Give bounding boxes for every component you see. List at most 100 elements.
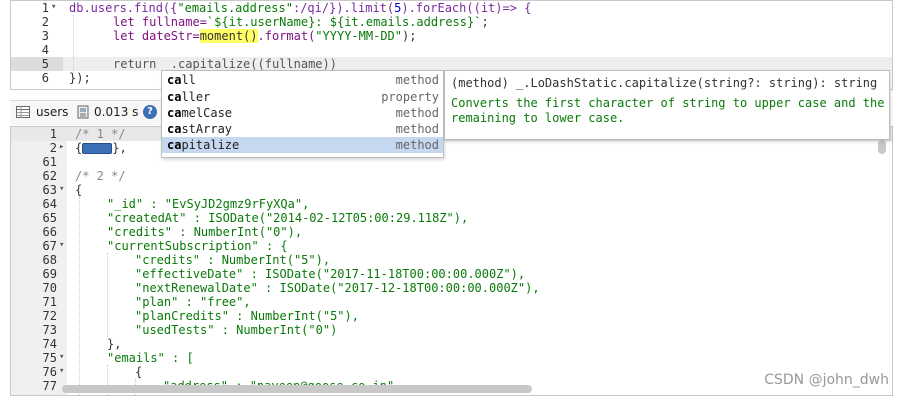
result-line: { [135, 365, 143, 379]
line-number: 64 [42, 197, 57, 211]
result-line: "emails" : [ [107, 351, 194, 365]
autocomplete-item-selected[interactable]: capitalize method [162, 137, 443, 153]
code-token: :/qi/}).limit( [292, 1, 395, 15]
documentation-tooltip: (method) _.LoDashStatic.capitalize(strin… [444, 70, 890, 140]
result-line: "credits" : NumberInt("5"), [135, 253, 331, 267]
line-number: 70 [42, 281, 57, 295]
line-number: 66 [42, 225, 57, 239]
autocomplete-label: capitalize [167, 138, 239, 152]
results-viewer[interactable]: 1 2 61 62 63 64 65 66 67 68 69 70 71 72 … [10, 126, 893, 396]
autocomplete-item[interactable]: castArray method [162, 121, 443, 137]
code-token: "emails.address" [177, 1, 293, 15]
matched-bracket-highlight: moment() [199, 29, 258, 43]
match-text: ca [167, 73, 182, 87]
indent-guide [79, 197, 80, 395]
line-number: 63 [42, 183, 57, 197]
rest-text: pitalize [181, 138, 240, 152]
line-number: 71 [42, 295, 57, 309]
match-text: ca [167, 122, 182, 136]
indent-guide [107, 253, 108, 337]
horizontal-scrollbar[interactable] [62, 385, 532, 393]
autocomplete-item[interactable]: call method [162, 72, 443, 88]
result-line: "effectiveDate" : ISODate("2017-11-18T00… [135, 267, 526, 281]
autocomplete-type: property [381, 90, 439, 104]
autocomplete-item[interactable]: caller property [162, 89, 443, 105]
autocomplete-item[interactable]: camelCase method [162, 105, 443, 121]
vertical-scrollbar[interactable] [878, 140, 886, 154]
result-line: "credits" : NumberInt("0"), [107, 225, 303, 239]
open-brace: { [75, 141, 83, 155]
autocomplete-type: method [395, 138, 439, 152]
code-token: `${it.userName}: ${it.emails.address}` [206, 15, 482, 29]
line-number: 75 [42, 351, 57, 365]
collection-name: users [36, 105, 69, 119]
result-line: }, [107, 337, 122, 351]
close-brace: }, [112, 141, 127, 155]
match-text: ca [167, 138, 182, 152]
autocomplete-label: camelCase [167, 106, 232, 120]
fold-toggle-icon[interactable]: ▾ [51, 2, 56, 12]
expand-toggle-icon[interactable]: ▸ [59, 142, 64, 152]
code-token: ).forEach((it)=> { [401, 1, 532, 15]
line-number: 74 [42, 337, 57, 351]
line-number: 1 [41, 1, 49, 15]
code-line-5: return _.capitalize((fullname)) [113, 57, 337, 71]
code-token: let dateStr= [113, 29, 200, 43]
code-token: .format( [257, 29, 316, 43]
autocomplete-label: caller [167, 90, 210, 104]
result-line: "currentSubscription" : { [107, 239, 288, 253]
code-token: ; [481, 15, 489, 29]
result-line: "usedTests" : NumberInt("0") [135, 323, 338, 337]
fold-toggle-icon[interactable]: ▾ [59, 184, 64, 194]
result-line: "createdAt" : ISODate("2014-02-12T05:00:… [107, 211, 469, 225]
autocomplete-popup: call method caller property camelCase me… [161, 70, 444, 158]
query-time: 0.013 s [94, 105, 139, 119]
fold-toggle-icon[interactable]: ▾ [59, 352, 64, 362]
autocomplete-type: method [395, 106, 439, 120]
help-icon[interactable]: ? [143, 105, 157, 119]
line-number: 6 [41, 71, 49, 85]
rest-text: ll [181, 73, 196, 87]
method-signature: (method) _.LoDashStatic.capitalize(strin… [451, 76, 878, 90]
watermark: CSDN @john_dwh [764, 372, 889, 388]
line-number: 68 [42, 253, 57, 267]
autocomplete-label: castArray [167, 122, 232, 136]
line-number: 2 [41, 15, 49, 29]
line-number: 72 [42, 309, 57, 323]
autocomplete-type: method [395, 122, 439, 136]
code-line-2: let fullname=`${it.userName}: ${it.email… [113, 15, 489, 29]
line-number: 1 [49, 127, 57, 141]
fold-toggle-icon[interactable]: ▾ [59, 366, 64, 376]
line-number: 73 [42, 323, 57, 337]
result-line: "nextRenewalDate" : ISODate("2017-12-18T… [135, 281, 540, 295]
line-number: 62 [42, 169, 57, 183]
line-number: 77 [42, 379, 57, 393]
result-line: {}, [75, 141, 127, 155]
autocomplete-type: method [395, 73, 439, 87]
line-number: 2 [49, 141, 57, 155]
collapsed-document-icon[interactable] [82, 143, 113, 154]
rest-text: stArray [181, 122, 233, 136]
result-line: { [75, 183, 83, 197]
line-number: 76 [42, 365, 57, 379]
code-token: db.users.find({ [69, 1, 178, 15]
line-number: 4 [41, 43, 49, 57]
code-line-3: let dateStr=moment().format("YYYY-MM-DD"… [113, 29, 416, 43]
result-line: /* 2 */ [75, 169, 126, 183]
fold-toggle-icon[interactable]: ▾ [59, 240, 64, 250]
indent-guide [73, 15, 74, 71]
match-text: ca [167, 106, 182, 120]
code-line-6: }); [69, 71, 91, 85]
rest-text: ller [181, 90, 211, 104]
result-line: "plan" : "free", [135, 295, 251, 309]
result-line: /* 1 */ [75, 127, 126, 141]
code-token: let fullname= [113, 15, 207, 29]
result-line: "_id" : "EvSyJD2gmz9rFyXQa", [107, 197, 310, 211]
table-icon[interactable] [16, 105, 30, 119]
line-number: 69 [42, 267, 57, 281]
line-number: 65 [42, 211, 57, 225]
line-number: 67 [42, 239, 57, 253]
timer-icon [77, 105, 89, 119]
result-line: "planCredits" : NumberInt("5"), [135, 309, 359, 323]
line-number: 5 [41, 57, 49, 71]
